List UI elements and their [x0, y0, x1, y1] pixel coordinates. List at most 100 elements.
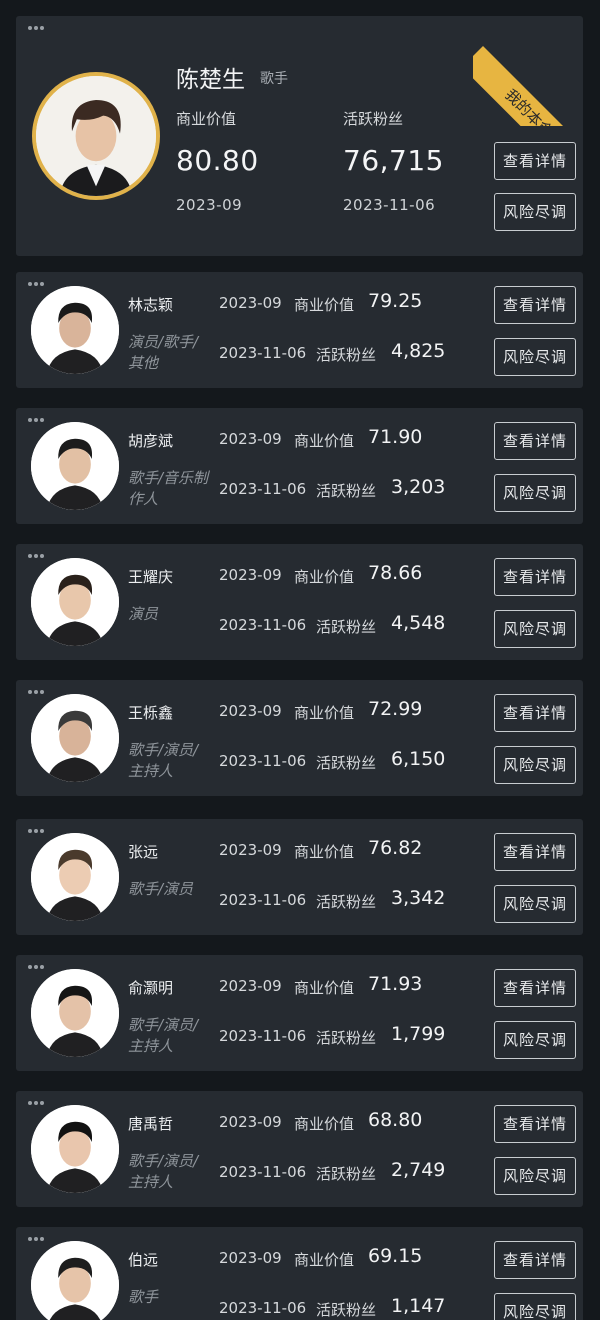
business-value-date: 2023-09: [219, 430, 282, 448]
more-dots-icon[interactable]: [28, 827, 50, 835]
view-details-button[interactable]: 查看详情: [494, 422, 576, 460]
business-value-date: 2023-09: [219, 841, 282, 859]
active-fans-date: 2023-11-06: [219, 1027, 307, 1045]
view-details-button[interactable]: 查看详情: [494, 558, 576, 596]
avatar-photo: [31, 558, 119, 646]
artist-name: 胡彦斌: [128, 432, 174, 450]
active-fans-value: 76,715: [343, 144, 444, 177]
artist-roles: 歌手: [128, 1288, 159, 1306]
active-fans-label: 活跃粉丝: [316, 618, 377, 636]
business-value-label: 商业价值: [294, 296, 355, 314]
business-value-date: 2023-09: [176, 196, 243, 214]
artist-name: 唐禹哲: [128, 1115, 174, 1133]
avatar[interactable]: [31, 422, 119, 510]
risk-check-button[interactable]: 风险尽调: [494, 885, 576, 923]
avatar-photo: [31, 1105, 119, 1193]
active-fans-label: 活跃粉丝: [316, 482, 377, 500]
more-dots-icon[interactable]: [28, 416, 50, 424]
active-fans-value: 3,203: [391, 476, 446, 498]
risk-check-button[interactable]: 风险尽调: [494, 746, 576, 784]
artist-name: 俞灏明: [128, 979, 174, 997]
more-dots-icon[interactable]: [28, 280, 50, 288]
active-fans-label: 活跃粉丝: [316, 754, 377, 772]
risk-check-button[interactable]: 风险尽调: [494, 338, 576, 376]
active-fans-label: 活跃粉丝: [316, 346, 377, 364]
active-fans-value: 1,799: [391, 1023, 446, 1045]
active-fans-value: 2,749: [391, 1159, 446, 1181]
avatar[interactable]: [31, 694, 119, 782]
view-details-button[interactable]: 查看详情: [494, 833, 576, 871]
view-details-button[interactable]: 查看详情: [494, 969, 576, 1007]
more-dots-icon[interactable]: [28, 1235, 50, 1243]
artist-card: 林志颖 演员/歌手/其他 2023-09 商业价值 79.25 2023-11-06 活跃粉…: [16, 272, 583, 388]
my-favorite-ribbon: 我的本命: [473, 16, 583, 126]
risk-check-button[interactable]: 风险尽调: [494, 1157, 576, 1195]
active-fans-label: 活跃粉丝: [316, 893, 377, 911]
active-fans-date: 2023-11-06: [219, 752, 307, 770]
risk-check-button[interactable]: 风险尽调: [494, 610, 576, 648]
risk-check-button[interactable]: 风险尽调: [494, 193, 576, 231]
featured-artist-card: 我的本命 陈楚生 歌手 商业价值 80.80 2023-09 活跃粉丝 76,7…: [16, 16, 583, 256]
artist-name: 王耀庆: [128, 568, 174, 586]
view-details-button[interactable]: 查看详情: [494, 286, 576, 324]
business-value-label: 商业价值: [294, 979, 355, 997]
active-fans-label: 活跃粉丝: [316, 1165, 377, 1183]
risk-check-button[interactable]: 风险尽调: [494, 1021, 576, 1059]
business-value-date: 2023-09: [219, 1249, 282, 1267]
more-dots-icon[interactable]: [28, 963, 50, 971]
active-fans-date: 2023-11-06: [343, 196, 436, 214]
artist-roles: 歌手/演员: [128, 880, 194, 898]
ribbon-label: 我的本命: [501, 85, 557, 126]
active-fans-date: 2023-11-06: [219, 616, 307, 634]
business-value: 76.82: [368, 837, 423, 859]
business-value-date: 2023-09: [219, 977, 282, 995]
view-details-button[interactable]: 查看详情: [494, 142, 576, 180]
avatar[interactable]: [31, 558, 119, 646]
business-value: 68.80: [368, 1109, 423, 1131]
artist-name: 伯远: [128, 1251, 159, 1269]
active-fans-value: 1,147: [391, 1295, 446, 1317]
avatar[interactable]: [31, 1241, 119, 1320]
active-fans-date: 2023-11-06: [219, 1299, 307, 1317]
avatar[interactable]: [31, 286, 119, 374]
artist-name: 林志颖: [128, 296, 174, 314]
view-details-button[interactable]: 查看详情: [494, 1241, 576, 1279]
business-value-label: 商业价值: [176, 110, 237, 128]
artist-card: 唐禹哲 歌手/演员/主持人 2023-09 商业价值 68.80 2023-11-06 活跃…: [16, 1091, 583, 1207]
artist-name: 张远: [128, 843, 159, 861]
artist-roles: 歌手/音乐制作人: [128, 469, 209, 508]
avatar[interactable]: [31, 833, 119, 921]
artist-card: 张远歌手/演员 2023-09 商业价值 76.82 2023-11-06 活跃粉丝 3,3…: [16, 819, 583, 935]
risk-check-button[interactable]: 风险尽调: [494, 1293, 576, 1320]
business-value-label: 商业价值: [294, 568, 355, 586]
more-dots-icon[interactable]: [28, 1099, 50, 1107]
active-fans-label: 活跃粉丝: [316, 1029, 377, 1047]
active-fans-value: 4,548: [391, 612, 446, 634]
business-value-label: 商业价值: [294, 1115, 355, 1133]
business-value-date: 2023-09: [219, 1113, 282, 1131]
active-fans-value: 3,342: [391, 887, 446, 909]
avatar[interactable]: [32, 72, 160, 200]
avatar[interactable]: [31, 969, 119, 1057]
artist-roles: 歌手/演员/主持人: [128, 1152, 199, 1191]
avatar-photo: [31, 694, 119, 782]
artist-card: 王耀庆 演员 2023-09 商业价值 78.66 2023-11-06 活跃粉丝 4,548…: [16, 544, 583, 660]
more-dots-icon[interactable]: [28, 552, 50, 560]
view-details-button[interactable]: 查看详情: [494, 1105, 576, 1143]
avatar-photo: [31, 833, 119, 921]
avatar-photo: [36, 76, 156, 196]
more-dots-icon[interactable]: [28, 688, 50, 696]
risk-check-button[interactable]: 风险尽调: [494, 474, 576, 512]
artist-card: 王栎鑫 歌手/演员/主持人 2023-09 商业价值 72.99 2023-11-06 活跃…: [16, 680, 583, 796]
active-fans-label: 活跃粉丝: [316, 1301, 377, 1319]
artist-card: 俞灏明 歌手/演员/主持人 2023-09 商业价值 71.93 2023-11-06 活跃…: [16, 955, 583, 1071]
business-value-label: 商业价值: [294, 843, 355, 861]
view-details-button[interactable]: 查看详情: [494, 694, 576, 732]
artist-roles: 演员: [128, 605, 159, 623]
more-dots-icon[interactable]: [28, 24, 50, 32]
business-value: 80.80: [176, 144, 259, 177]
avatar[interactable]: [31, 1105, 119, 1193]
active-fans-date: 2023-11-06: [219, 480, 307, 498]
business-value: 69.15: [368, 1245, 423, 1267]
active-fans-date: 2023-11-06: [219, 891, 307, 909]
